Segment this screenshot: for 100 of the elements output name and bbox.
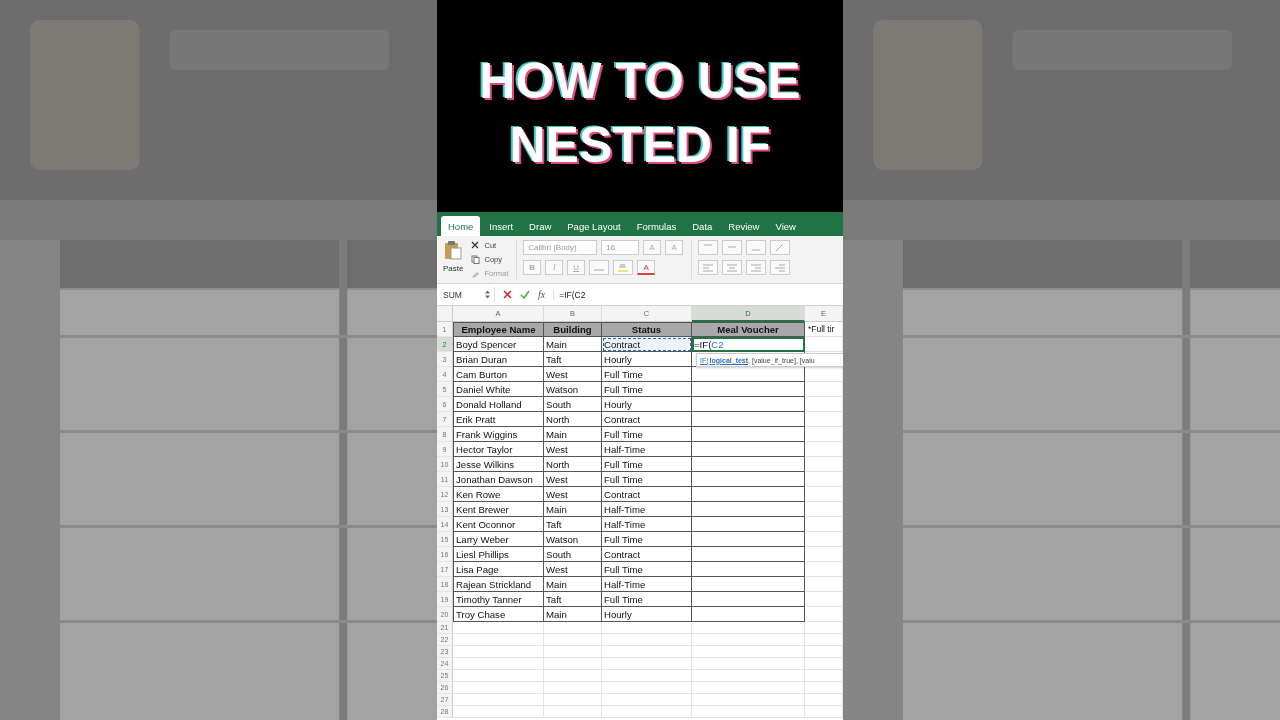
insert-function-button[interactable]: fx — [538, 289, 546, 300]
table-cell: Donald Holland — [453, 397, 544, 412]
empty-cell — [544, 670, 602, 682]
table-cell: Hourly — [602, 397, 692, 412]
table-cell: North — [544, 457, 602, 472]
ribbon-tab[interactable]: Draw — [522, 216, 559, 236]
ribbon-tab[interactable]: Review — [721, 216, 767, 236]
table-cell: South — [544, 547, 602, 562]
table-cell: Daniel White — [453, 382, 544, 397]
table-cell: Boyd Spencer — [453, 337, 544, 352]
table-cell: Main — [544, 427, 602, 442]
clipboard-icon — [443, 240, 464, 260]
ribbon-tab[interactable]: Data — [685, 216, 720, 236]
table-cell: Kent Oconnor — [453, 517, 544, 532]
font-color-button[interactable]: A — [637, 260, 656, 275]
underline-button[interactable]: U — [567, 260, 586, 275]
table-cell: Frank Wiggins — [453, 427, 544, 442]
border-icon[interactable] — [589, 260, 610, 275]
table-cell: West — [544, 562, 602, 577]
align-top-icon[interactable] — [698, 240, 719, 255]
table-cell: Full Time — [602, 367, 692, 382]
column-heading-cell: Employee Name — [453, 322, 544, 337]
table-cell: Jonathan Dawson — [453, 472, 544, 487]
table-cell: Cam Burton — [453, 367, 544, 382]
empty-cell — [544, 658, 602, 670]
table-cell: Liesl Phillips — [453, 547, 544, 562]
table-cell: Erik Pratt — [453, 412, 544, 427]
table-cell: Taft — [544, 592, 602, 607]
scissors-icon — [471, 241, 481, 251]
table-cell: Ken Rowe — [453, 487, 544, 502]
table-cell: Full Time — [602, 532, 692, 547]
italic-button[interactable]: I — [545, 260, 564, 275]
table-cell: Taft — [544, 352, 602, 367]
copy-icon — [471, 255, 481, 264]
table-cell: Brian Duran — [453, 352, 544, 367]
video-title: HOW TO USE NESTED IF — [478, 52, 802, 175]
table-cell: West — [544, 487, 602, 502]
empty-cell — [544, 682, 602, 694]
empty-cell — [544, 694, 602, 706]
align-center-icon[interactable] — [722, 260, 743, 275]
paste-button[interactable]: Paste — [443, 240, 464, 279]
ribbon-tab[interactable]: Home — [441, 216, 481, 236]
indent-icon[interactable] — [770, 260, 791, 275]
table-cell: Watson — [544, 532, 602, 547]
table-cell: Taft — [544, 517, 602, 532]
align-right-icon[interactable] — [746, 260, 767, 275]
table-cell: Troy Chase — [453, 607, 544, 622]
table-cell: Main — [544, 577, 602, 592]
editing-cell[interactable]: =IF(C2 — [692, 337, 805, 352]
empty-cell — [544, 646, 602, 658]
table-cell: Kent Brewer — [453, 502, 544, 517]
align-left-icon[interactable] — [698, 260, 719, 275]
table-cell: Half-Time — [602, 517, 692, 532]
ribbon-tab[interactable]: Formulas — [629, 216, 684, 236]
font-name-field[interactable]: Calibri (Body) — [523, 240, 598, 255]
copied-cell: Contract — [602, 337, 692, 352]
paint-bucket-icon — [617, 263, 630, 272]
empty-cell — [544, 634, 602, 646]
table-cell: Jesse Wilkins — [453, 457, 544, 472]
table-cell: Hourly — [602, 607, 692, 622]
align-bottom-icon[interactable] — [746, 240, 767, 255]
table-cell: Full Time — [602, 427, 692, 442]
align-middle-icon[interactable] — [722, 240, 743, 255]
table-cell: Watson — [544, 382, 602, 397]
select-all-button[interactable] — [437, 306, 453, 322]
table-cell: Full Time — [602, 562, 692, 577]
column-heading-cell: Meal Voucher — [692, 322, 805, 337]
table-cell: Rajean Strickland — [453, 577, 544, 592]
formula-field[interactable]: =IF(C2 — [553, 289, 837, 300]
name-box[interactable]: SUM — [443, 287, 495, 302]
table-cell: Full Time — [602, 382, 692, 397]
font-size-field[interactable]: 16 — [601, 240, 640, 255]
table-cell: Contract — [602, 487, 692, 502]
table-cell: Contract — [602, 412, 692, 427]
shrink-font-button[interactable]: A — [665, 240, 684, 255]
table-cell: Full Time — [602, 592, 692, 607]
table-cell: Main — [544, 502, 602, 517]
table-cell: Half-Time — [602, 502, 692, 517]
empty-cell — [544, 622, 602, 634]
table-cell: Half-Time — [602, 577, 692, 592]
table-cell: Timothy Tanner — [453, 592, 544, 607]
table-cell: Larry Weber — [453, 532, 544, 547]
table-cell: West — [544, 472, 602, 487]
table-cell: Lisa Page — [453, 562, 544, 577]
ribbon-tab[interactable]: Insert — [482, 216, 521, 236]
column-heading-cell: Building — [544, 322, 602, 337]
cancel-icon[interactable] — [503, 290, 512, 299]
table-cell: Full Time — [602, 457, 692, 472]
orientation-icon[interactable] — [770, 240, 791, 255]
table-cell: West — [544, 442, 602, 457]
table-cell: West — [544, 367, 602, 382]
grow-font-button[interactable]: A — [643, 240, 662, 255]
table-cell: Half-Time — [602, 442, 692, 457]
check-icon[interactable] — [520, 290, 530, 299]
table-cell: Hector Taylor — [453, 442, 544, 457]
ribbon-tab[interactable]: View — [768, 216, 803, 236]
ribbon-tab[interactable]: Page Layout — [560, 216, 628, 236]
table-cell: Hourly — [602, 352, 692, 367]
table-cell: Main — [544, 607, 602, 622]
fill-color-button[interactable] — [613, 260, 634, 275]
